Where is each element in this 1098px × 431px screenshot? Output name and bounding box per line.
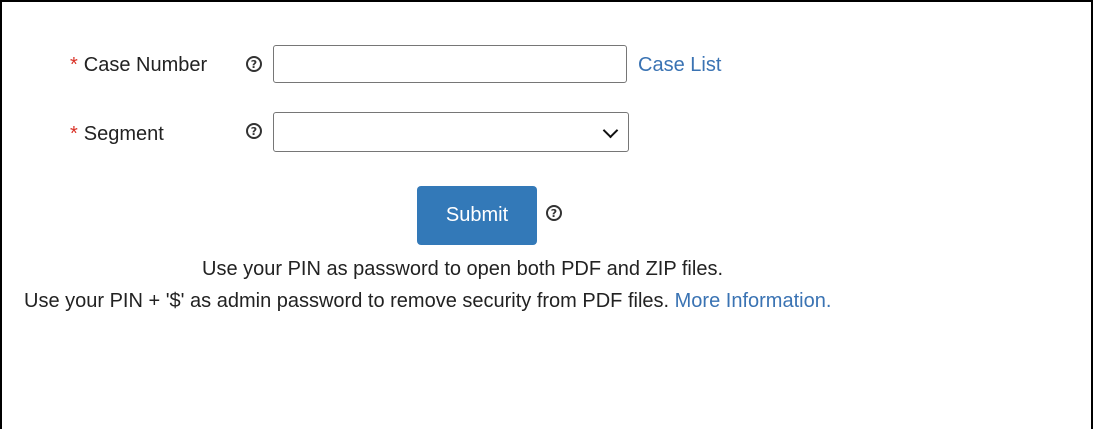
segment-label-text: Segment — [83, 123, 164, 145]
case-number-input[interactable] — [273, 45, 627, 83]
more-information-link[interactable]: More Information. — [675, 290, 832, 312]
admin-password-note: Use your PIN + '$' as admin password to … — [24, 290, 831, 313]
case-number-label: * Case Number — [70, 54, 207, 77]
case-list-link[interactable]: Case List — [638, 54, 721, 77]
segment-select[interactable] — [273, 112, 629, 152]
submit-help-icon[interactable] — [546, 205, 562, 221]
required-marker: * — [70, 54, 78, 76]
admin-password-note-text: Use your PIN + '$' as admin password to … — [24, 290, 670, 312]
chevron-down-icon — [602, 122, 619, 139]
case-number-help-icon[interactable] — [246, 56, 262, 72]
page-frame: *Case Number Case List *Segment Submit U… — [0, 0, 1093, 429]
required-marker: * — [70, 123, 78, 145]
submit-button[interactable]: Submit — [417, 186, 537, 245]
case-number-label-text: Case Number — [83, 54, 208, 76]
segment-help-icon[interactable] — [246, 123, 262, 139]
pin-note: Use your PIN as password to open both PD… — [202, 258, 723, 280]
segment-label: * Segment — [70, 123, 164, 146]
